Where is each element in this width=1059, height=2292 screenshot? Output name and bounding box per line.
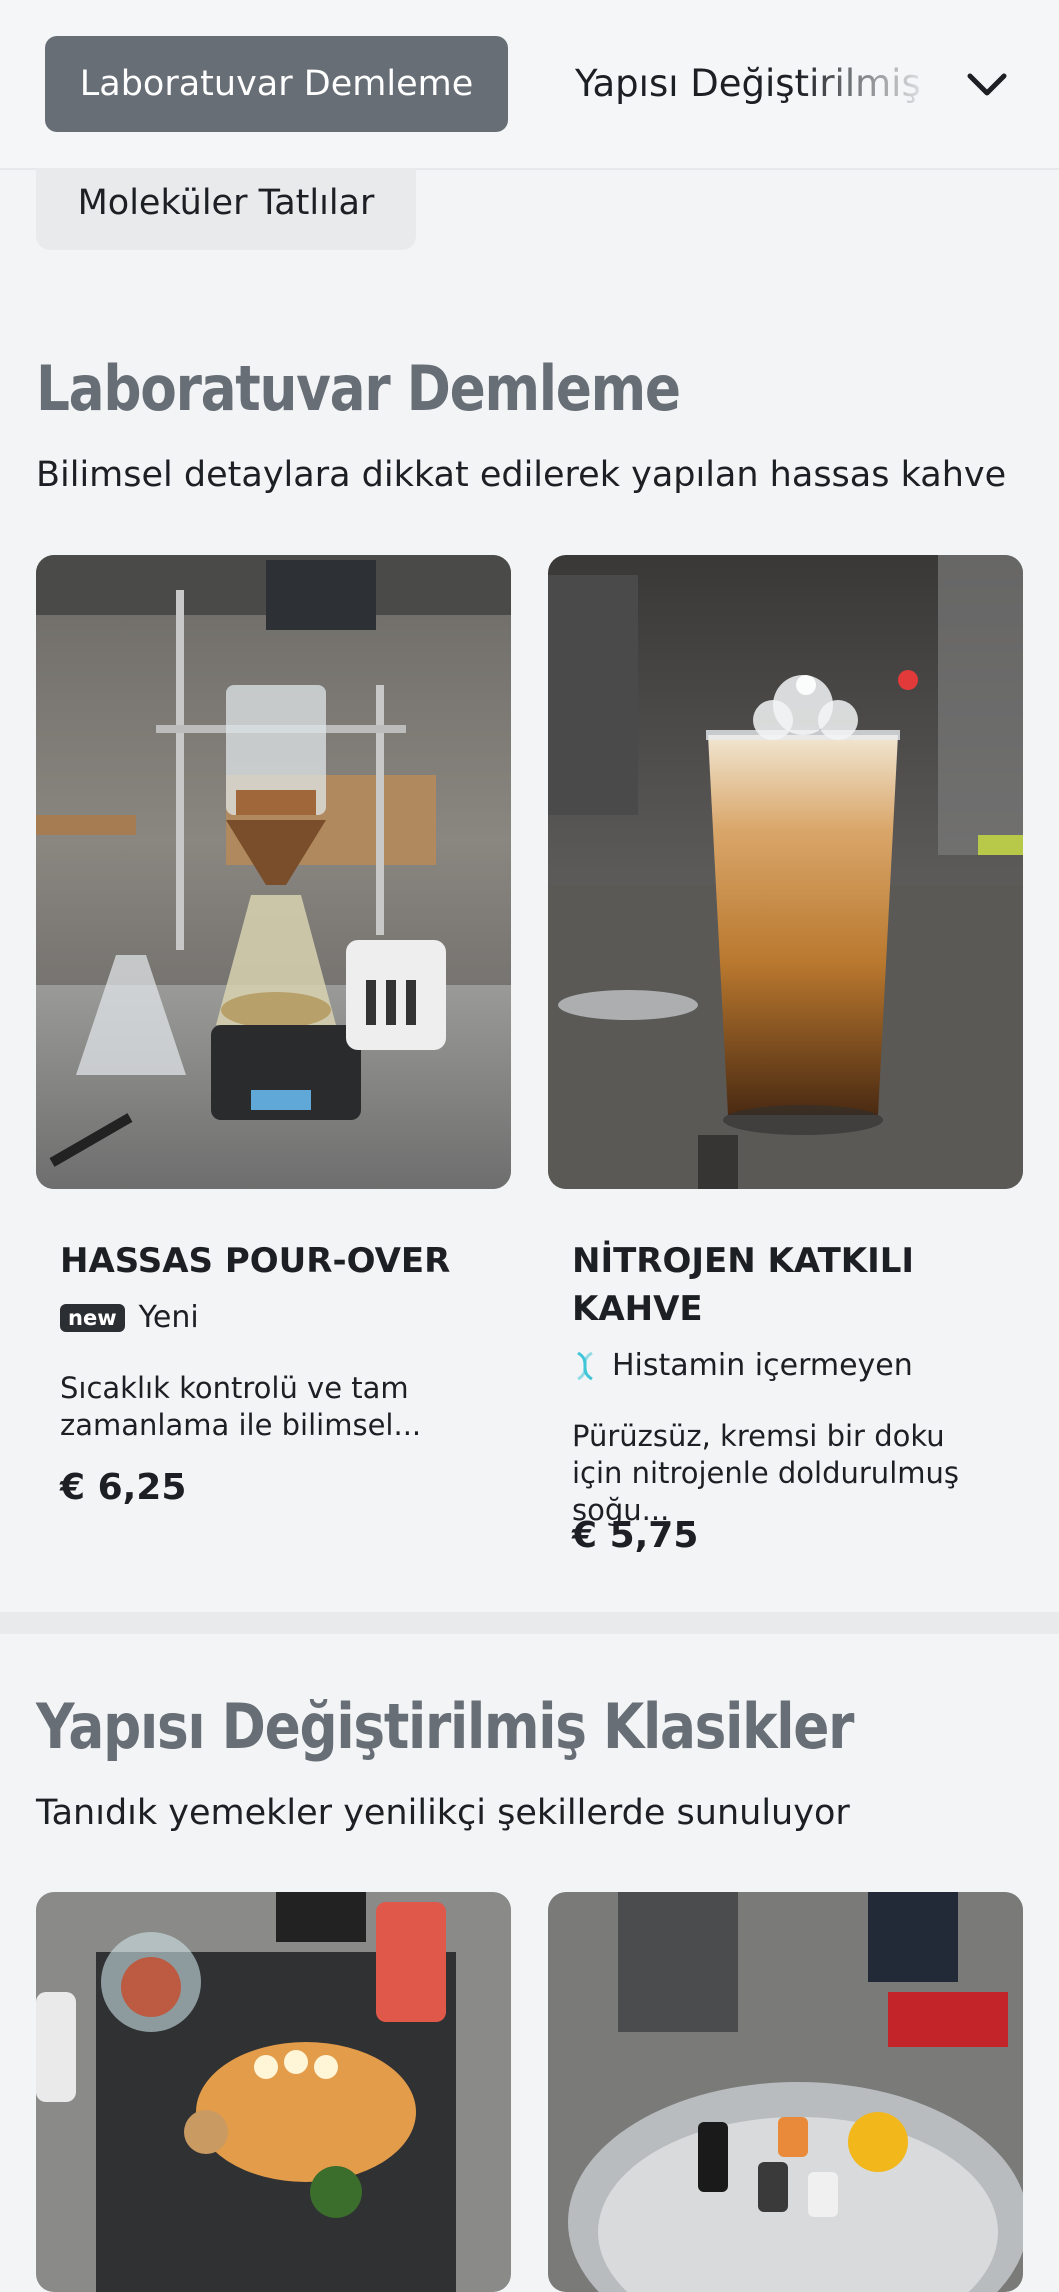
product-name: NİTROJEN KATKILI KAHVE bbox=[572, 1241, 915, 1329]
product-name: HASSAS POUR-OVER bbox=[60, 1241, 451, 1281]
category-pill-laboratuvar-demleme[interactable]: Laboratuvar Demleme bbox=[45, 36, 508, 132]
chevron-down-icon[interactable] bbox=[962, 60, 1012, 110]
product-price: € 5,75 bbox=[572, 1515, 699, 1556]
product-image-pour-over[interactable] bbox=[36, 555, 511, 1189]
product-badge: Histamin içermeyen bbox=[572, 1348, 913, 1383]
product-description: Pürüzsüz, kremsi bir doku için nitrojenl… bbox=[572, 1419, 959, 1527]
category-pill-yapisi-degistirilmis[interactable]: Yapısı Değiştirilmiş Klasikler bbox=[575, 36, 935, 132]
section-divider bbox=[0, 1612, 1059, 1634]
dna-icon bbox=[577, 1351, 593, 1380]
section-subtitle: Bilimsel detaylara dikkat edilerek yapıl… bbox=[36, 455, 1007, 495]
product-badge-label: Histamin içermeyen bbox=[612, 1348, 913, 1383]
product-badge-label: Yeni bbox=[138, 1300, 199, 1335]
product-image-classic-2[interactable] bbox=[548, 1892, 1023, 2292]
product-image-classic-1[interactable] bbox=[36, 1892, 511, 2292]
product-badge: new Yeni bbox=[60, 1300, 199, 1335]
section-title: Yapısı Değiştirilmiş Klasikler bbox=[36, 1690, 854, 1763]
category-nav: Laboratuvar Demleme Yapısı Değiştirilmiş… bbox=[0, 0, 1059, 170]
product-image-nitrojen[interactable] bbox=[548, 555, 1023, 1189]
category-pill-molekuler-tatlilar[interactable]: Moleküler Tatlılar bbox=[36, 168, 416, 250]
new-badge: new bbox=[60, 1303, 125, 1332]
section-title: Laboratuvar Demleme bbox=[36, 352, 681, 425]
section-subtitle: Tanıdık yemekler yenilikçi şekillerde su… bbox=[36, 1793, 850, 1833]
product-description: Sıcaklık kontrolü ve tam zamanlama ile b… bbox=[60, 1371, 422, 1442]
product-price: € 6,25 bbox=[60, 1467, 187, 1508]
